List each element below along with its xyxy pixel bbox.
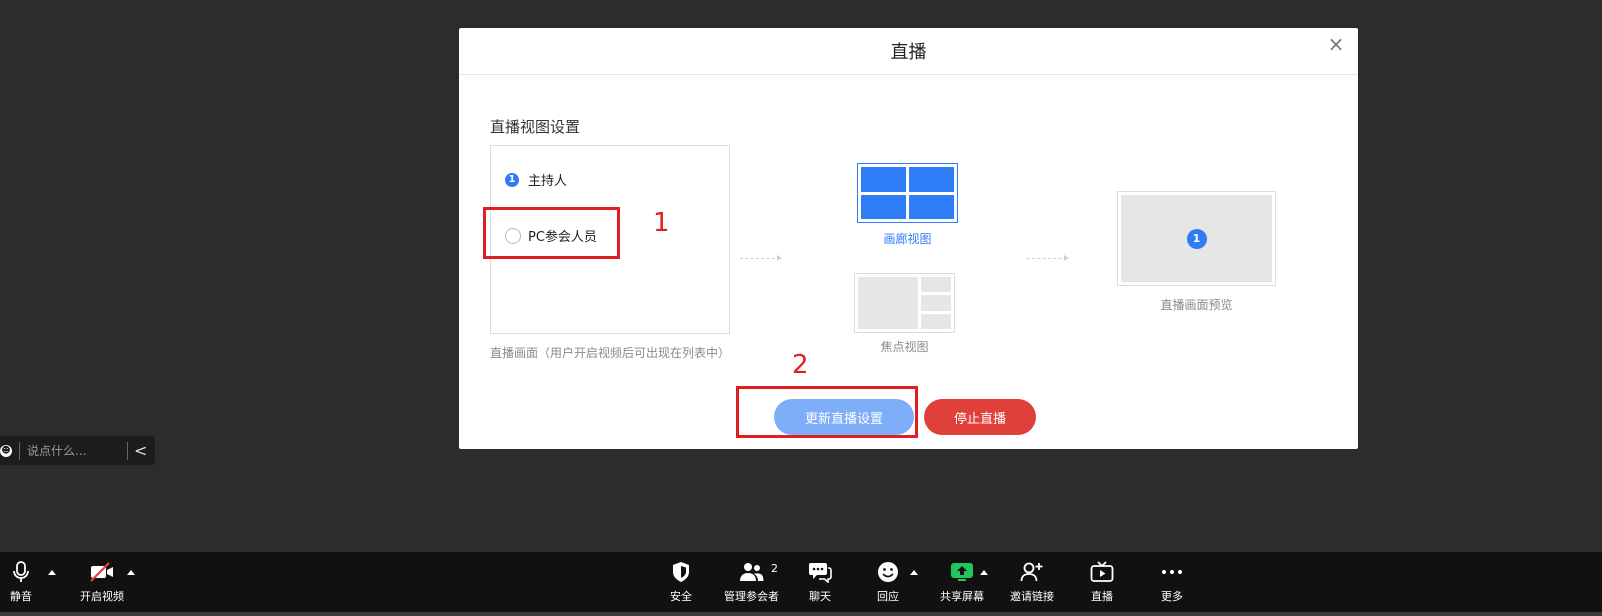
participants-label: 管理参会者 bbox=[724, 590, 779, 603]
microphone-icon bbox=[13, 560, 29, 584]
host-item: 1 主持人 bbox=[505, 170, 567, 189]
host-badge: 1 bbox=[505, 172, 519, 187]
share-screen-icon bbox=[950, 560, 974, 584]
chat-input-bar: ☻ < bbox=[0, 436, 155, 465]
security-button[interactable]: 安全 bbox=[670, 560, 692, 604]
section-title: 直播视图设置 bbox=[490, 118, 581, 136]
dialog-title: 直播 bbox=[890, 42, 927, 63]
video-label: 开启视频 bbox=[80, 590, 124, 603]
live-button[interactable]: 直播 bbox=[1090, 560, 1114, 604]
shield-icon bbox=[672, 560, 690, 584]
chat-icon bbox=[808, 560, 832, 584]
chat-label: 聊天 bbox=[809, 590, 831, 603]
arrow-icon bbox=[1027, 255, 1069, 261]
meeting-toolbar: 静音 开启视频 安全 管理参会者 2 聊天 回应 共享屏幕 邀请链接 直播 更多 bbox=[0, 552, 1602, 616]
emoji-icon[interactable]: ☻ bbox=[0, 444, 12, 457]
annotation-box-2 bbox=[736, 386, 918, 438]
react-label: 回应 bbox=[877, 590, 899, 603]
more-label: 更多 bbox=[1161, 590, 1183, 603]
stop-live-button[interactable]: 停止直播 bbox=[924, 399, 1036, 435]
focus-side-cell bbox=[921, 295, 951, 311]
gallery-cell bbox=[861, 194, 906, 219]
gallery-cell bbox=[909, 167, 954, 192]
annotation-number-2: 2 bbox=[792, 350, 809, 380]
tv-icon bbox=[1090, 560, 1114, 584]
focus-side-cell bbox=[921, 277, 951, 293]
video-off-icon bbox=[89, 560, 115, 584]
chat-button[interactable]: 聊天 bbox=[808, 560, 832, 604]
share-options-caret[interactable] bbox=[980, 570, 988, 575]
dialog-header: 直播 bbox=[459, 28, 1358, 75]
preview-badge: 1 bbox=[1186, 228, 1207, 249]
invite-label: 邀请链接 bbox=[1010, 590, 1054, 603]
chat-divider bbox=[19, 441, 20, 460]
start-video-button[interactable]: 开启视频 bbox=[80, 560, 124, 604]
preview-canvas: 1 bbox=[1121, 195, 1272, 282]
gallery-cell bbox=[909, 194, 954, 219]
host-label: 主持人 bbox=[528, 174, 568, 189]
react-options-caret[interactable] bbox=[910, 570, 918, 575]
smiley-icon bbox=[877, 560, 899, 584]
live-label: 直播 bbox=[1091, 590, 1113, 603]
focus-side-cell bbox=[921, 313, 951, 329]
focus-main-cell bbox=[858, 277, 918, 329]
participants-count: 2 bbox=[771, 562, 778, 575]
focus-view-label[interactable]: 焦点视图 bbox=[854, 338, 955, 355]
gallery-view-label[interactable]: 画廊视图 bbox=[857, 230, 958, 247]
participants-icon bbox=[739, 560, 765, 584]
invite-link-button[interactable]: 邀请链接 bbox=[1010, 560, 1054, 604]
close-icon[interactable]: × bbox=[1326, 34, 1346, 54]
video-options-caret[interactable] bbox=[127, 570, 135, 575]
chat-divider bbox=[127, 441, 128, 460]
chat-input[interactable] bbox=[27, 440, 127, 461]
more-icon bbox=[1160, 560, 1184, 584]
annotation-number-1: 1 bbox=[653, 208, 670, 238]
mute-options-caret[interactable] bbox=[48, 570, 56, 575]
add-user-icon bbox=[1020, 560, 1044, 584]
list-hint: 直播画面（用户开启视频后可出现在列表中） bbox=[490, 346, 731, 360]
focus-view-option[interactable] bbox=[854, 273, 955, 333]
more-button[interactable]: 更多 bbox=[1160, 560, 1184, 604]
meeting-stage: 直播 × 直播视图设置 1 主持人 PC参会人员 直播画面（用户开启视频后可出现… bbox=[0, 0, 1602, 616]
mute-label: 静音 bbox=[10, 590, 32, 603]
share-screen-label: 共享屏幕 bbox=[940, 590, 984, 603]
gallery-cell bbox=[861, 167, 906, 192]
annotation-box-1 bbox=[483, 207, 620, 259]
live-preview: 1 bbox=[1117, 191, 1276, 286]
mute-button[interactable]: 静音 bbox=[10, 560, 32, 604]
security-label: 安全 bbox=[670, 590, 692, 603]
preview-label: 直播画面预览 bbox=[1160, 298, 1233, 312]
share-screen-button[interactable]: 共享屏幕 bbox=[940, 560, 984, 604]
bottom-strip bbox=[0, 612, 1602, 616]
collapse-icon[interactable]: < bbox=[134, 441, 147, 460]
react-button[interactable]: 回应 bbox=[877, 560, 899, 604]
arrow-icon bbox=[740, 255, 782, 261]
gallery-view-option[interactable] bbox=[857, 163, 958, 223]
